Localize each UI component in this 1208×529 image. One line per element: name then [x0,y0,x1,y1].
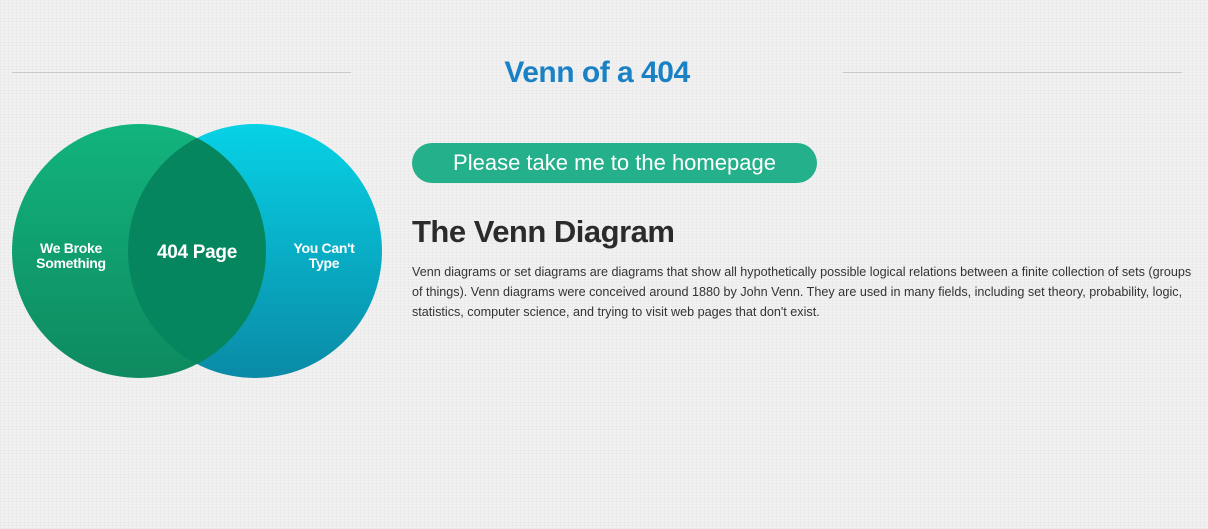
header-left-divider [12,72,351,73]
venn-left-label: We Broke Something [36,240,106,271]
venn-diagram: We Broke Something 404 Page You Can't Ty… [12,123,382,379]
venn-center-label: 404 Page [157,242,237,263]
homepage-button[interactable]: Please take me to the homepage [412,143,817,183]
section-body: Venn diagrams or set diagrams are diagra… [412,265,1192,319]
header-right-divider [843,72,1182,73]
venn-right-label: You Can't Type [293,240,355,271]
page-title: Venn of a 404 [504,56,690,89]
section-heading: The Venn Diagram [412,214,675,249]
